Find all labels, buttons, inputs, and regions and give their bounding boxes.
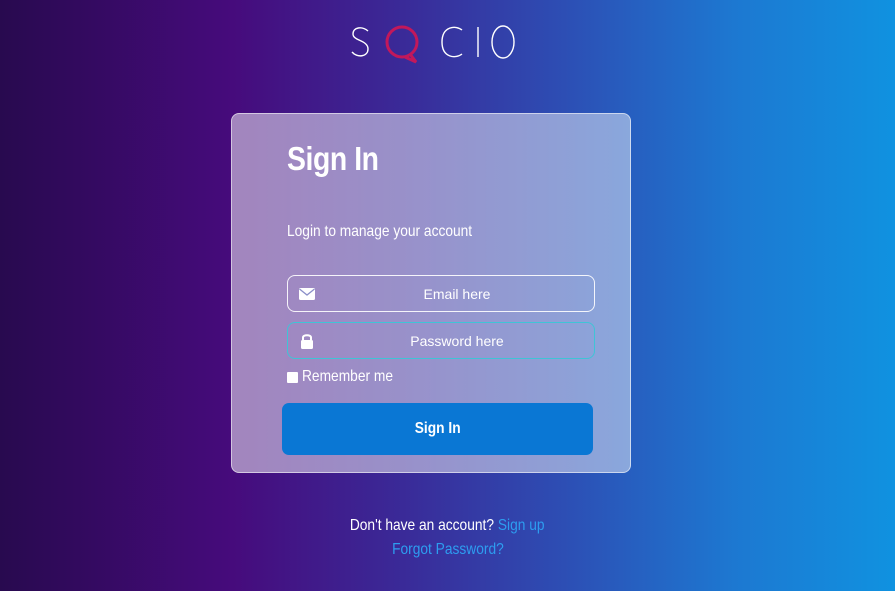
signin-card: Sign In Login to manage your account Rem… [231, 113, 631, 473]
no-account-text: Don't have an account? [350, 517, 495, 534]
password-input[interactable] [288, 323, 594, 358]
password-field[interactable] [287, 322, 595, 359]
forgot-password-row: Forgot Password? [0, 541, 895, 559]
forgot-password-link[interactable]: Forgot Password? [392, 541, 504, 558]
remember-checkbox[interactable] [287, 371, 298, 383]
signin-button-label: Sign In [414, 420, 461, 437]
signin-subtitle: Login to manage your account [287, 223, 473, 240]
email-input[interactable] [288, 276, 594, 311]
socio-logo [351, 25, 515, 64]
remember-me[interactable]: Remember me [287, 368, 408, 386]
remember-label[interactable]: Remember me [302, 368, 393, 386]
email-field[interactable] [287, 275, 595, 312]
signup-prompt: Don't have an account? Sign up [0, 517, 895, 535]
signin-button[interactable]: Sign In [282, 403, 593, 455]
signup-link[interactable]: Sign up [498, 517, 545, 534]
page-title: Sign In [287, 140, 379, 177]
